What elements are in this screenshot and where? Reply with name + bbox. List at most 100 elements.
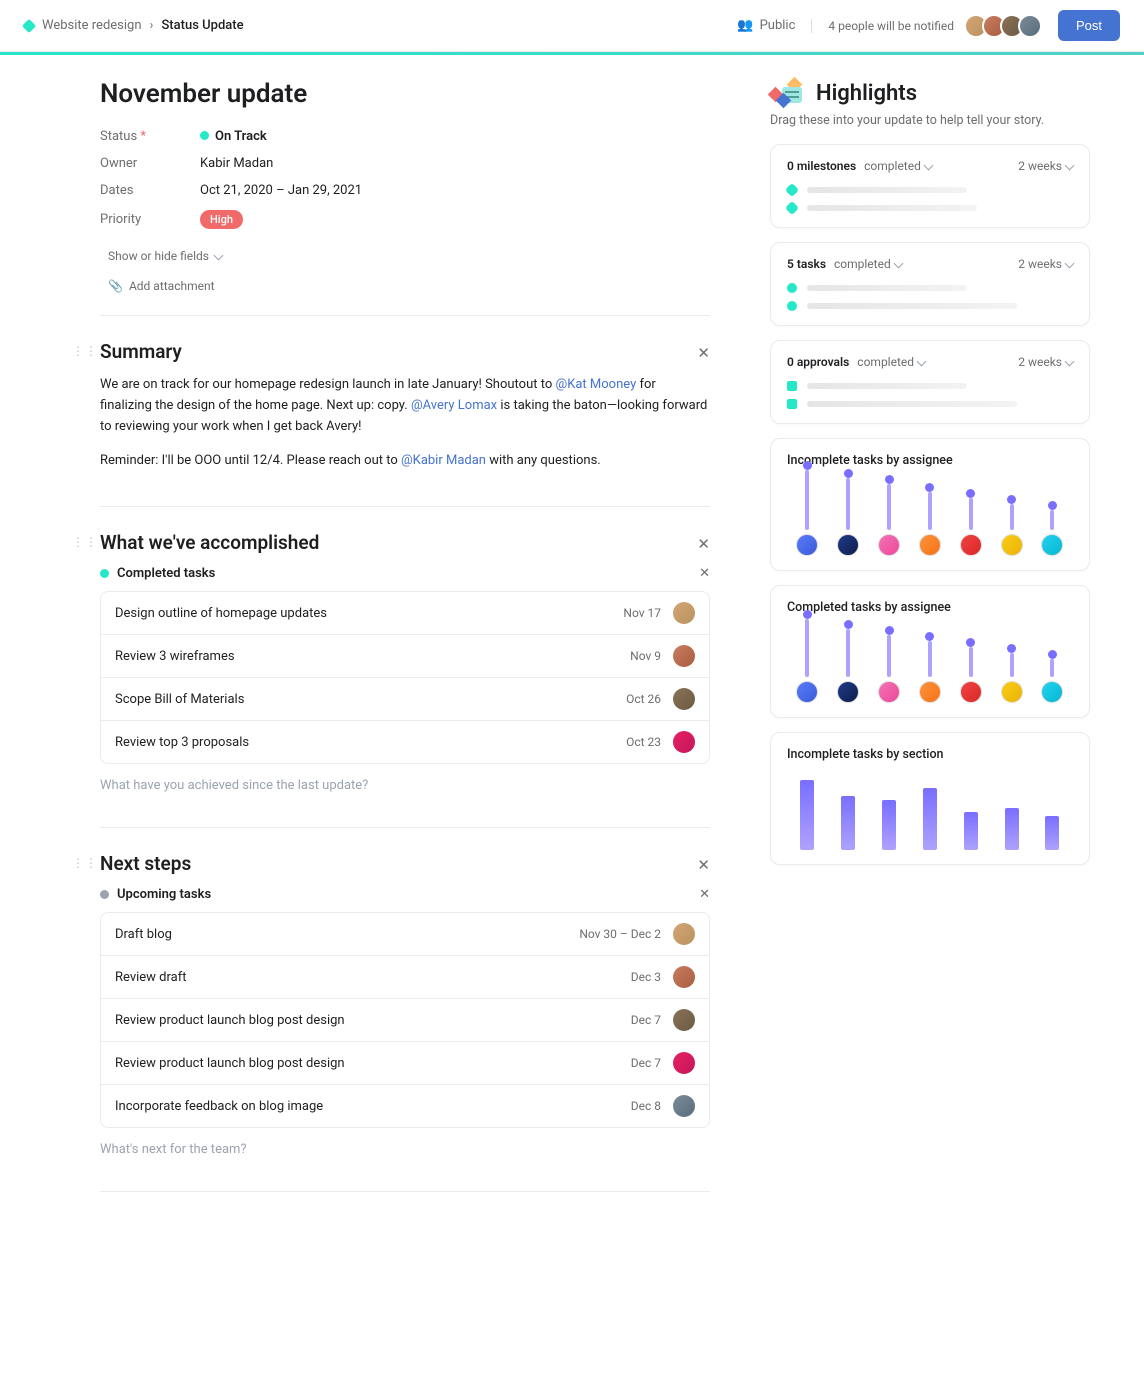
avatar [1018, 14, 1042, 38]
task-row[interactable]: Review product launch blog post designDe… [101, 999, 709, 1042]
skeleton-line [807, 205, 977, 211]
task-row[interactable]: Review 3 wireframesNov 9 [101, 635, 709, 678]
data-point [966, 489, 975, 498]
dates-label: Dates [100, 183, 200, 198]
incomplete-by-assignee-card[interactable]: Incomplete tasks by assignee [770, 438, 1090, 571]
status-dot-icon [100, 569, 109, 578]
assignee-avatar[interactable] [673, 1052, 695, 1074]
data-point [803, 461, 812, 470]
summary-body[interactable]: We are on track for our homepage redesig… [100, 375, 710, 472]
drag-handle-icon[interactable]: ⋮⋮ [72, 535, 98, 549]
close-icon[interactable]: ✕ [697, 535, 710, 553]
chart-title: Incomplete tasks by section [787, 747, 1073, 762]
task-date: Dec 3 [631, 970, 661, 984]
close-icon[interactable]: ✕ [697, 856, 710, 874]
incomplete-by-section-card[interactable]: Incomplete tasks by section [770, 732, 1090, 865]
mention-kat[interactable]: @Kat Mooney [556, 377, 637, 392]
bar [1050, 659, 1054, 677]
assignee-avatar[interactable] [673, 645, 695, 667]
breadcrumb-project[interactable]: Website redesign [42, 18, 142, 33]
project-color-dot [22, 18, 36, 32]
drag-handle-icon[interactable]: ⋮⋮ [72, 856, 98, 870]
milestones-card[interactable]: 0 milestones completed 2 weeks [770, 144, 1090, 228]
bar-chart [787, 774, 1073, 850]
status-label: Status * [100, 129, 200, 144]
task-name: Review product launch blog post design [115, 1013, 631, 1028]
data-point [925, 483, 934, 492]
data-point [925, 632, 934, 641]
assignee-avatar [878, 534, 900, 556]
data-point [803, 610, 812, 619]
bar [923, 788, 937, 850]
task-row[interactable]: Draft blogNov 30 – Dec 2 [101, 913, 709, 956]
assignee-avatar [1001, 681, 1023, 703]
data-point [1007, 644, 1016, 653]
assignee-avatar[interactable] [673, 1009, 695, 1031]
assignee-avatar[interactable] [673, 731, 695, 753]
assignee-avatar[interactable] [673, 688, 695, 710]
assignee-avatar [796, 534, 818, 556]
card-status-dropdown[interactable]: completed [864, 159, 932, 173]
bar [846, 478, 850, 530]
close-icon[interactable]: ✕ [699, 887, 710, 902]
assignee-avatar[interactable] [673, 1095, 695, 1117]
task-name: Incorporate feedback on blog image [115, 1099, 631, 1114]
next-placeholder[interactable]: What's next for the team? [100, 1142, 710, 1157]
card-count: 0 milestones [787, 159, 856, 173]
task-row[interactable]: Incorporate feedback on blog imageDec 8 [101, 1085, 709, 1127]
task-date: Dec 7 [631, 1056, 661, 1070]
notify-count-text: 4 people will be notified [811, 19, 954, 33]
bar [882, 800, 896, 850]
task-row[interactable]: Design outline of homepage updatesNov 17 [101, 592, 709, 635]
task-row[interactable]: Review product launch blog post designDe… [101, 1042, 709, 1085]
mention-avery[interactable]: @Avery Lomax [411, 398, 497, 413]
assignee-avatar [878, 681, 900, 703]
bar [1050, 510, 1054, 530]
task-name: Review top 3 proposals [115, 735, 626, 750]
bullet-icon [787, 381, 797, 391]
post-button[interactable]: Post [1058, 10, 1120, 41]
task-name: Review product launch blog post design [115, 1056, 631, 1071]
close-icon[interactable]: ✕ [697, 344, 710, 362]
task-row[interactable]: Review draftDec 3 [101, 956, 709, 999]
task-row[interactable]: Review top 3 proposalsOct 23 [101, 721, 709, 763]
card-status-dropdown[interactable]: completed [834, 257, 902, 271]
status-value[interactable]: On Track [200, 129, 267, 144]
task-row[interactable]: Scope Bill of MaterialsOct 26 [101, 678, 709, 721]
update-title[interactable]: November update [100, 79, 710, 109]
task-date: Oct 23 [626, 735, 661, 749]
visibility-toggle[interactable]: 👥 Public [737, 18, 795, 33]
drag-handle-icon[interactable]: ⋮⋮ [72, 344, 98, 358]
card-status-dropdown[interactable]: completed [857, 355, 925, 369]
notified-avatars[interactable] [970, 14, 1042, 38]
priority-pill[interactable]: High [200, 210, 243, 229]
add-attachment-button[interactable]: 📎 Add attachment [108, 271, 710, 301]
assignee-avatar [837, 681, 859, 703]
task-date: Nov 30 – Dec 2 [579, 927, 661, 941]
completed-by-assignee-card[interactable]: Completed tasks by assignee [770, 585, 1090, 718]
show-hide-fields-button[interactable]: Show or hide fields [108, 241, 710, 271]
close-icon[interactable]: ✕ [699, 566, 710, 581]
card-range-dropdown[interactable]: 2 weeks [1018, 159, 1073, 173]
bar [846, 629, 850, 677]
owner-value[interactable]: Kabir Madan [200, 156, 273, 171]
assignee-avatar[interactable] [673, 966, 695, 988]
task-name: Review 3 wireframes [115, 649, 630, 664]
upcoming-tasks-subsection: Upcoming tasks ✕ [100, 887, 710, 902]
bullet-icon [787, 399, 797, 409]
dates-value[interactable]: Oct 21, 2020 – Jan 29, 2021 [200, 183, 362, 198]
bullet-icon [785, 201, 799, 215]
accomplished-placeholder[interactable]: What have you achieved since the last up… [100, 778, 710, 793]
highlights-icon [770, 79, 806, 107]
accomplished-title: What we've accomplished [100, 531, 710, 554]
card-range-dropdown[interactable]: 2 weeks [1018, 355, 1073, 369]
assignee-avatar[interactable] [673, 602, 695, 624]
assignee-avatar[interactable] [673, 923, 695, 945]
approvals-card[interactable]: 0 approvalscompleted 2 weeks [770, 340, 1090, 424]
card-range-dropdown[interactable]: 2 weeks [1018, 257, 1073, 271]
tasks-card[interactable]: 5 taskscompleted 2 weeks [770, 242, 1090, 326]
lollipop-chart [787, 627, 1073, 703]
assignee-avatar [837, 534, 859, 556]
mention-kabir[interactable]: @Kabir Madan [401, 453, 486, 468]
bar [969, 498, 973, 530]
